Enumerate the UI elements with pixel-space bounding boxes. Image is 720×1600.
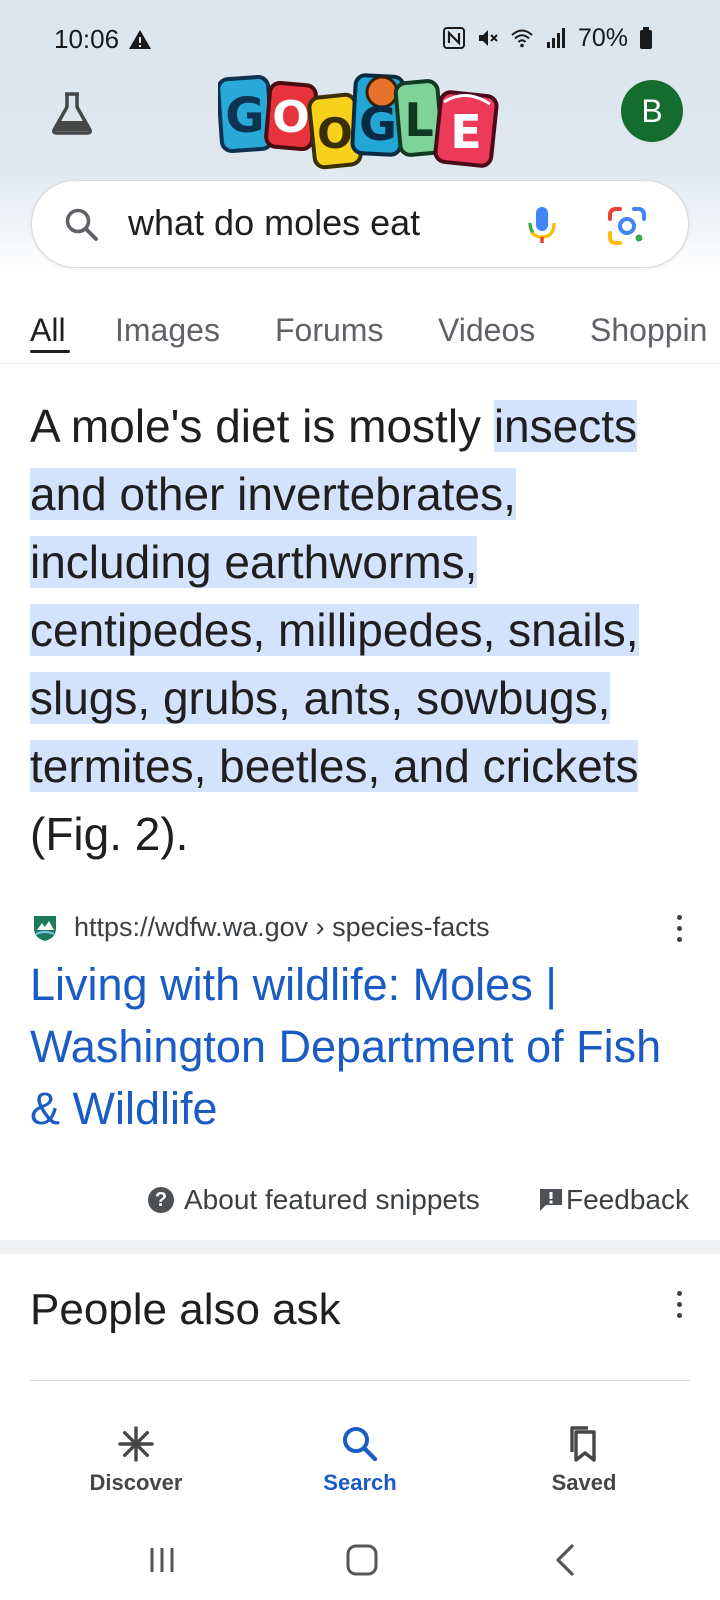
- bookmark-icon: [570, 1426, 596, 1462]
- home-icon[interactable]: [342, 1542, 382, 1578]
- nav-saved[interactable]: Saved: [504, 1422, 664, 1496]
- wdfw-favicon-icon: [34, 916, 56, 941]
- battery-icon: [640, 27, 652, 49]
- flask-icon: [52, 92, 92, 135]
- status-icons: 70%: [442, 22, 654, 54]
- search-input[interactable]: what do moles eat: [128, 199, 420, 247]
- account-avatar[interactable]: B: [621, 80, 683, 142]
- system-navigation-bar: [0, 1520, 720, 1600]
- feedback-button[interactable]: Feedback: [538, 1180, 689, 1220]
- snippet-text-before: A mole's diet is mostly: [30, 400, 494, 452]
- microphone-icon[interactable]: [520, 203, 564, 247]
- nfc-icon: [442, 27, 465, 49]
- asterisk-icon: [118, 1426, 154, 1462]
- warning-icon: [129, 30, 151, 49]
- search-icon: [65, 208, 98, 241]
- tab-images[interactable]: Images: [115, 312, 220, 349]
- recent-apps-icon[interactable]: [142, 1542, 182, 1578]
- labs-button[interactable]: [44, 85, 100, 141]
- nav-saved-label: Saved: [551, 1470, 617, 1495]
- back-icon[interactable]: [546, 1542, 586, 1578]
- svg-text:O: O: [317, 109, 353, 158]
- signal-icon: [546, 28, 565, 48]
- nav-discover[interactable]: Discover: [56, 1422, 216, 1496]
- search-bar[interactable]: what do moles eat: [31, 180, 689, 268]
- about-featured-snippets[interactable]: ? About featured snippets: [148, 1180, 480, 1220]
- divider: [30, 1380, 690, 1381]
- tab-videos[interactable]: Videos: [438, 312, 535, 349]
- section-divider: [0, 1240, 720, 1254]
- result-more-options-icon[interactable]: [673, 914, 685, 944]
- people-also-ask-heading: People also ask: [30, 1285, 341, 1334]
- tab-all[interactable]: All: [30, 312, 66, 349]
- wifi-icon: [511, 29, 533, 48]
- google-doodle-logo[interactable]: G O O G L E: [218, 68, 504, 176]
- nav-discover-label: Discover: [89, 1470, 183, 1495]
- about-snippets-label: About featured snippets: [184, 1184, 480, 1215]
- search-tabs: All Images Forums Videos Shoppin: [0, 300, 720, 364]
- svg-text:E: E: [450, 105, 481, 159]
- search-icon: [343, 1427, 378, 1462]
- svg-text:O: O: [272, 92, 309, 143]
- source-url[interactable]: https://wdfw.wa.gov › species-facts: [74, 912, 490, 943]
- nav-search-label: Search: [323, 1470, 397, 1495]
- active-tab-indicator: [30, 350, 70, 353]
- svg-text:G: G: [359, 97, 397, 151]
- nav-search[interactable]: Search: [280, 1422, 440, 1496]
- svg-text:G: G: [225, 88, 264, 144]
- svg-text:L: L: [404, 93, 433, 147]
- feedback-label: Feedback: [566, 1184, 689, 1215]
- avatar-initial: B: [641, 92, 663, 129]
- snippet-text-after: (Fig. 2).: [30, 808, 189, 860]
- bottom-navigation: Discover Search Saved: [0, 1400, 720, 1520]
- mute-icon: [478, 30, 498, 46]
- tab-forums[interactable]: Forums: [275, 312, 383, 349]
- help-icon: ?: [148, 1187, 174, 1213]
- status-time: 10:06: [54, 24, 120, 54]
- feedback-icon: [540, 1189, 562, 1211]
- featured-snippet-text: A mole's diet is mostly insects and othe…: [30, 392, 700, 868]
- snippet-highlight: insects and other invertebrates, includi…: [30, 400, 639, 792]
- tab-shopping[interactable]: Shoppin: [590, 312, 707, 349]
- google-lens-icon[interactable]: [606, 205, 648, 247]
- battery-percent: 70%: [577, 23, 628, 52]
- result-title-link[interactable]: Living with wildlife: Moles | Washington…: [30, 954, 690, 1140]
- paa-more-options-icon[interactable]: [673, 1290, 685, 1320]
